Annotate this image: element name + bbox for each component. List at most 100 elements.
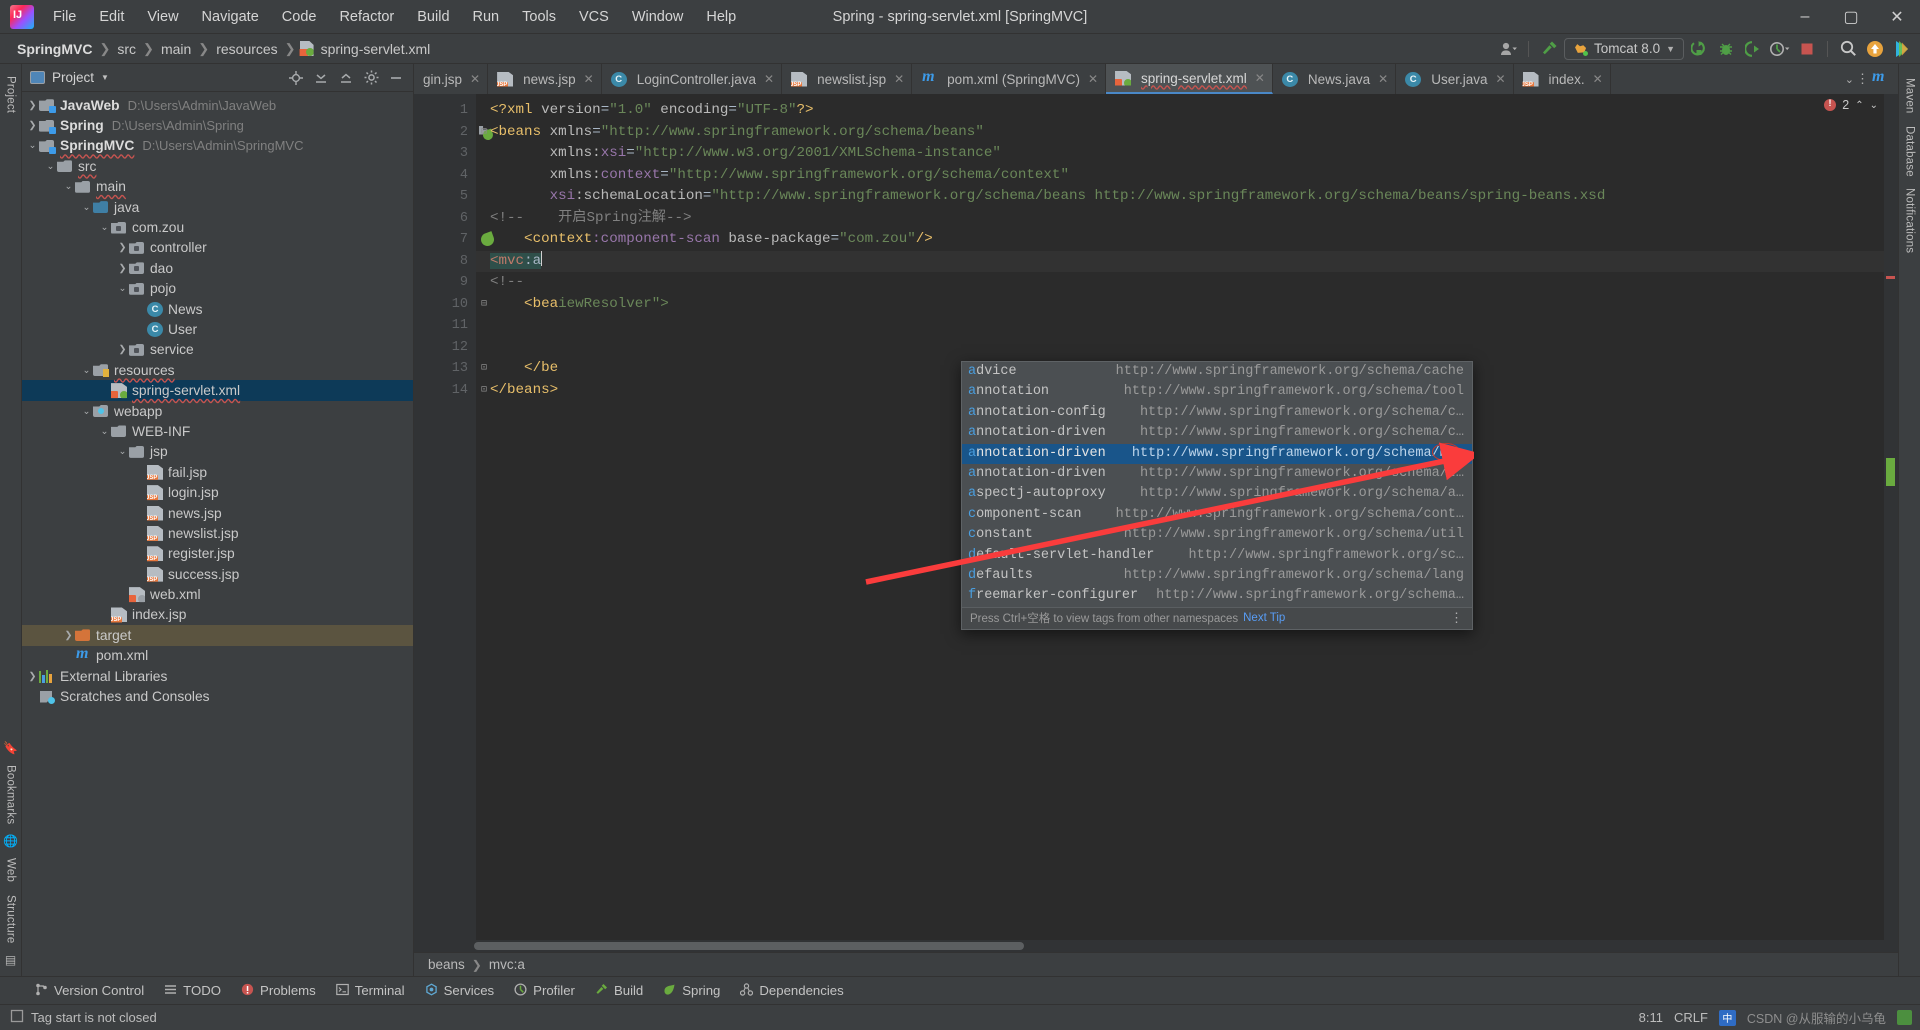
gutter-line-6[interactable]: 6 <box>414 208 476 230</box>
tree-node-spring[interactable]: ❯ Spring D:\Users\Admin\Spring <box>22 115 413 135</box>
editor-tab-user-java[interactable]: User.java ✕ <box>1396 64 1514 94</box>
menu-tools[interactable]: Tools <box>511 5 567 29</box>
tree-toggle-arrow-icon[interactable]: ⌄ <box>26 140 39 151</box>
tree-node-javaweb[interactable]: ❯ JavaWeb D:\Users\Admin\JavaWeb <box>22 95 413 115</box>
tree-node-com-zou[interactable]: ⌄ com.zou <box>22 217 413 237</box>
code-line-8[interactable]: <mvc:a <box>476 250 1884 272</box>
menu-view[interactable]: View <box>136 5 189 29</box>
tree-node-web-inf[interactable]: ⌄ WEB-INF <box>22 421 413 441</box>
tree-node-service[interactable]: ❯ service <box>22 340 413 360</box>
tree-node-web-xml[interactable]: web.xml <box>22 584 413 604</box>
gutter-line-3[interactable]: 3 <box>414 143 476 165</box>
tool-window-button-build[interactable]: Build <box>586 980 652 1002</box>
tool-window-button-dependencies[interactable]: Dependencies <box>731 980 852 1002</box>
tree-toggle-arrow-icon[interactable]: ❯ <box>26 120 39 131</box>
maximize-button[interactable]: ▢ <box>1828 0 1874 33</box>
completion-item-1[interactable]: annotation http://www.springframework.org… <box>962 382 1472 402</box>
rail-button-web[interactable]: Web <box>4 852 16 888</box>
completion-item-5[interactable]: annotation-driven http://www.springframew… <box>962 464 1472 484</box>
hide-panel-icon[interactable] <box>385 68 407 88</box>
gutter-line-14[interactable]: 14 <box>414 380 476 402</box>
profiler-icon[interactable] <box>1768 38 1792 60</box>
collapse-all-icon[interactable] <box>335 68 357 88</box>
tree-toggle-arrow-icon[interactable]: ❯ <box>62 630 75 641</box>
editor-horizontal-scrollbar[interactable] <box>414 940 1898 952</box>
tree-toggle-arrow-icon[interactable]: ❯ <box>116 242 129 253</box>
tree-node-main[interactable]: ⌄ main <box>22 177 413 197</box>
tool-window-button-spring[interactable]: Spring <box>654 980 729 1002</box>
tree-node-news[interactable]: News <box>22 299 413 319</box>
gutter-line-11[interactable]: 11 <box>414 315 476 337</box>
breadcrumb-main[interactable]: main <box>158 40 194 58</box>
tree-node-webapp[interactable]: ⌄ webapp <box>22 401 413 421</box>
completion-item-2[interactable]: annotation-config http://www.springframew… <box>962 403 1472 423</box>
menu-navigate[interactable]: Navigate <box>191 5 270 29</box>
tree-node-index-jsp[interactable]: index.jsp <box>22 605 413 625</box>
completion-item-4[interactable]: annotation-driven http://www.springframew… <box>962 443 1472 464</box>
tree-node-resources[interactable]: ⌄ resources <box>22 360 413 380</box>
code-line-7[interactable]: <context:component-scan base-package="co… <box>476 229 1884 251</box>
minimize-button[interactable]: – <box>1782 0 1828 33</box>
code-line-10[interactable]: ⊟ <beaiewResolver"> <box>476 294 1884 316</box>
completion-item-7[interactable]: component-scan http://www.springframework… <box>962 505 1472 525</box>
tree-toggle-arrow-icon[interactable]: ⌄ <box>80 202 93 213</box>
code-line-5[interactable]: xsi:schemaLocation="http://www.springfra… <box>476 186 1884 208</box>
close-icon[interactable]: ✕ <box>764 72 774 86</box>
tree-node-news-jsp[interactable]: news.jsp <box>22 503 413 523</box>
breadcrumb-beans[interactable]: beans <box>428 957 465 972</box>
completion-item-9[interactable]: default-servlet-handler http://www.spring… <box>962 546 1472 566</box>
settings-gear-icon[interactable] <box>360 68 382 88</box>
menu-file[interactable]: File <box>42 5 87 29</box>
editor-tab-news-jsp[interactable]: news.jsp ✕ <box>488 64 602 94</box>
debug-icon[interactable] <box>1714 38 1738 60</box>
editor-tab-spring-servlet-xml[interactable]: spring-servlet.xml ✕ <box>1106 64 1273 94</box>
rail-button-structure[interactable]: Structure <box>4 889 16 949</box>
tab-overflow-actions[interactable]: ⌄ ⋮ <box>1839 64 1898 94</box>
close-icon[interactable]: ✕ <box>1495 72 1505 86</box>
tree-node-login-jsp[interactable]: login.jsp <box>22 482 413 502</box>
editor-tab-gin-jsp[interactable]: gin.jsp ✕ <box>414 64 489 94</box>
close-icon[interactable]: ✕ <box>1378 72 1388 86</box>
tree-node-controller[interactable]: ❯ controller <box>22 238 413 258</box>
tree-node-pom-xml[interactable]: pom.xml <box>22 645 413 666</box>
rail-button-maven[interactable]: Maven <box>1904 72 1916 120</box>
gutter-line-10[interactable]: 10 <box>414 294 476 316</box>
chevron-down-icon[interactable]: ▼ <box>101 73 109 82</box>
tree-toggle-arrow-icon[interactable]: ⌄ <box>116 446 129 457</box>
inspection-widget[interactable]: 2 ⌃ ⌄ <box>1824 98 1878 112</box>
breadcrumb-src[interactable]: src <box>114 40 139 58</box>
tree-node-java[interactable]: ⌄ java <box>22 197 413 217</box>
tree-toggle-arrow-icon[interactable]: ⌄ <box>116 283 129 294</box>
tool-window-button-todo[interactable]: TODO <box>155 980 230 1002</box>
tree-node-src[interactable]: ⌄ src <box>22 156 413 176</box>
tree-toggle-arrow-icon[interactable]: ⌄ <box>80 365 93 376</box>
rail-button-notifications[interactable]: Notifications <box>1904 182 1916 259</box>
run-icon[interactable] <box>1687 38 1711 60</box>
menu-build[interactable]: Build <box>406 5 460 29</box>
ime-icon[interactable]: 中 <box>1718 1009 1736 1026</box>
tree-node-jsp[interactable]: ⌄ jsp <box>22 442 413 462</box>
close-icon[interactable]: ✕ <box>1255 71 1265 85</box>
error-stripe-mark[interactable] <box>1886 276 1895 279</box>
rail-button-bookmarks[interactable]: Bookmarks <box>4 759 16 830</box>
chevron-down-icon[interactable]: ⌄ <box>1845 73 1854 86</box>
tree-toggle-arrow-icon[interactable]: ❯ <box>26 100 39 111</box>
close-icon[interactable]: ✕ <box>584 72 594 86</box>
menu-bar[interactable]: File Edit View Navigate Code Refactor Bu… <box>42 5 747 29</box>
chevron-down-icon[interactable]: ⌄ <box>1870 100 1878 111</box>
error-stripe-bar[interactable] <box>1884 94 1898 940</box>
code-line-9[interactable]: <!-- <box>476 272 1884 294</box>
editor-breadcrumb[interactable]: beans ❯ mvc:a <box>414 952 1898 976</box>
completion-item-0[interactable]: advice http://www.springframework.org/sch… <box>962 362 1472 382</box>
tree-toggle-arrow-icon[interactable]: ❯ <box>116 344 129 355</box>
tree-node-springmvc[interactable]: ⌄ SpringMVC D:\Users\Admin\SpringMVC <box>22 136 413 156</box>
menu-window[interactable]: Window <box>621 5 695 29</box>
gutter-line-5[interactable]: 5 <box>414 186 476 208</box>
editor-tab-pom-xml-springmvc-[interactable]: pom.xml (SpringMVC) ✕ <box>912 64 1107 94</box>
user-avatar-icon[interactable] <box>1496 38 1520 60</box>
tool-window-button-problems[interactable]: Problems <box>232 980 325 1002</box>
gutter-line-2[interactable]: 2 <box>414 122 495 144</box>
tree-node-newslist-jsp[interactable]: newslist.jsp <box>22 523 413 543</box>
tool-window-bar[interactable]: Version Control TODO Problems Terminal Servi… <box>0 976 1920 1004</box>
breadcrumb-file[interactable]: spring-servlet.xml <box>318 40 434 58</box>
